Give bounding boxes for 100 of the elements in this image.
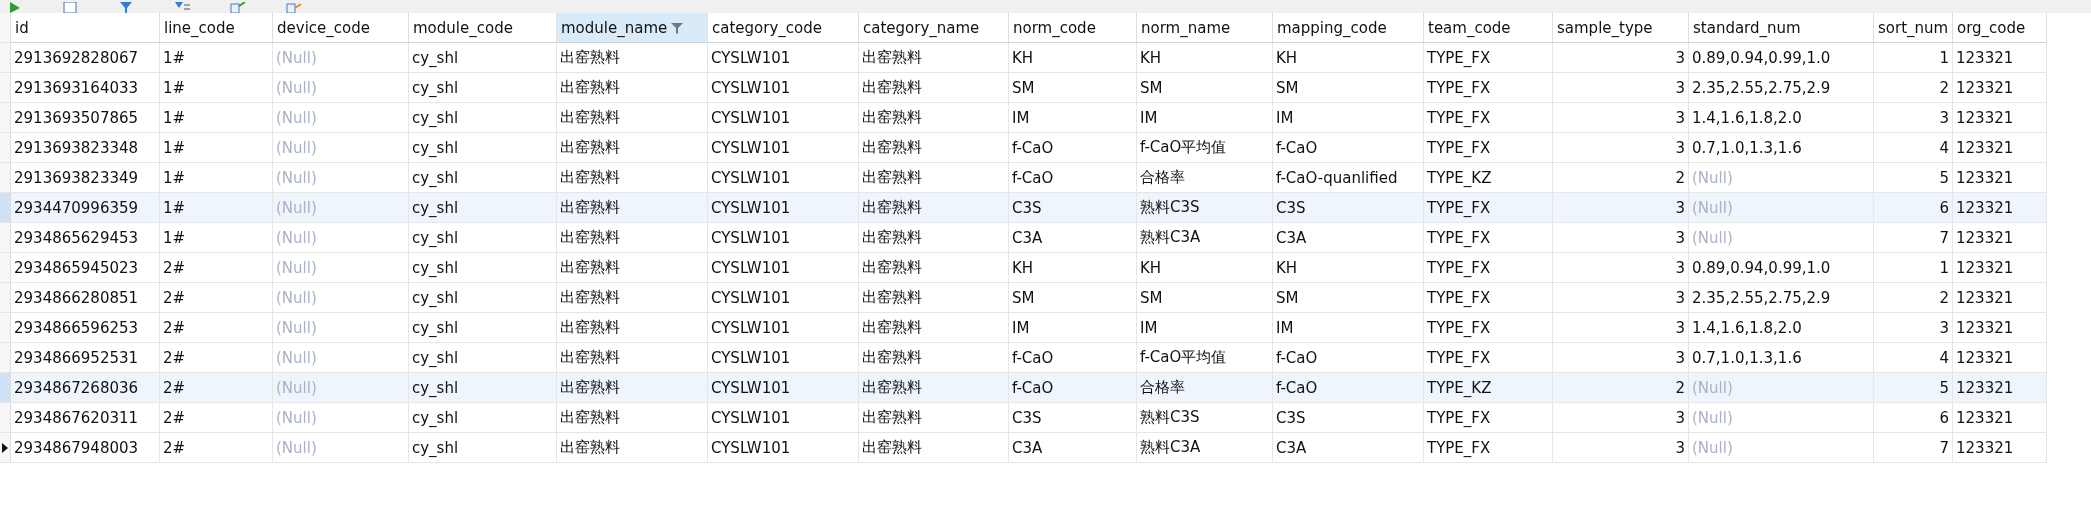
table-cell: 1 bbox=[1874, 253, 1953, 283]
column-header[interactable]: sort_num bbox=[1874, 13, 1953, 43]
table-cell: 出窑熟料 bbox=[557, 403, 708, 433]
table-cell: 6 bbox=[1874, 193, 1953, 223]
column-header[interactable]: category_code bbox=[708, 13, 859, 43]
table-cell: 3 bbox=[1553, 193, 1689, 223]
export-icon[interactable] bbox=[286, 2, 302, 13]
table-cell: C3A bbox=[1273, 433, 1424, 463]
table-cell: 2934866596253 bbox=[11, 313, 160, 343]
column-header[interactable]: module_code bbox=[409, 13, 557, 43]
table-cell: C3A bbox=[1009, 433, 1137, 463]
table-cell: 熟料C3S bbox=[1137, 403, 1273, 433]
table-cell: C3S bbox=[1273, 403, 1424, 433]
table-cell: cy_shl bbox=[409, 73, 557, 103]
table-cell: TYPE_FX bbox=[1424, 253, 1553, 283]
table-cell: CYSLW101 bbox=[708, 253, 859, 283]
table-cell: 2# bbox=[160, 313, 273, 343]
table-cell: 出窑熟料 bbox=[859, 133, 1009, 163]
table-cell: 1.4,1.6,1.8,2.0 bbox=[1689, 103, 1874, 133]
table-cell: 3 bbox=[1553, 283, 1689, 313]
table-cell: 2913693823348 bbox=[11, 133, 160, 163]
table-cell: IM bbox=[1009, 103, 1137, 133]
filter-icon[interactable] bbox=[671, 21, 684, 34]
import-icon[interactable] bbox=[230, 2, 246, 13]
table-cell: (Null) bbox=[273, 43, 409, 73]
table-cell: 123321 bbox=[1953, 103, 2047, 133]
table-cell: 5 bbox=[1874, 373, 1953, 403]
table-cell: 7 bbox=[1874, 223, 1953, 253]
table-cell: 熟料C3A bbox=[1137, 433, 1273, 463]
table-cell: (Null) bbox=[273, 223, 409, 253]
table-cell: 出窑熟料 bbox=[557, 313, 708, 343]
table-cell: (Null) bbox=[273, 73, 409, 103]
table-cell: (Null) bbox=[273, 193, 409, 223]
current-row-icon bbox=[1, 442, 9, 453]
column-header[interactable]: org_code bbox=[1953, 13, 2047, 43]
table-cell: 3 bbox=[1553, 433, 1689, 463]
table-cell: 4 bbox=[1874, 133, 1953, 163]
table-cell: 123321 bbox=[1953, 73, 2047, 103]
table-cell: 2 bbox=[1874, 73, 1953, 103]
column-header[interactable]: norm_name bbox=[1137, 13, 1273, 43]
table-cell: 合格率 bbox=[1137, 373, 1273, 403]
table-cell: SM bbox=[1137, 73, 1273, 103]
column-header[interactable]: line_code bbox=[160, 13, 273, 43]
column-header[interactable]: id bbox=[11, 13, 160, 43]
table-cell: 出窑熟料 bbox=[557, 133, 708, 163]
table-cell: TYPE_KZ bbox=[1424, 373, 1553, 403]
table-cell: 123321 bbox=[1953, 313, 2047, 343]
table-cell: 出窑熟料 bbox=[557, 253, 708, 283]
table-cell: 出窑熟料 bbox=[557, 73, 708, 103]
table-cell: 2# bbox=[160, 283, 273, 313]
table-cell: 熟料C3A bbox=[1137, 223, 1273, 253]
column-header[interactable]: mapping_code bbox=[1273, 13, 1424, 43]
table-cell: 1# bbox=[160, 103, 273, 133]
table-cell: 2913692828067 bbox=[11, 43, 160, 73]
table-cell: 出窑熟料 bbox=[557, 433, 708, 463]
table-cell: 2913693507865 bbox=[11, 103, 160, 133]
table-cell: (Null) bbox=[273, 433, 409, 463]
table-cell: SM bbox=[1009, 73, 1137, 103]
table-cell: (Null) bbox=[1689, 223, 1874, 253]
table-cell: C3S bbox=[1009, 403, 1137, 433]
table-cell: KH bbox=[1009, 43, 1137, 73]
table-cell: 2934867948003 bbox=[11, 433, 160, 463]
table-cell: TYPE_FX bbox=[1424, 223, 1553, 253]
table-cell: 出窑熟料 bbox=[557, 223, 708, 253]
table-cell: (Null) bbox=[273, 403, 409, 433]
table-cell: 出窑熟料 bbox=[859, 103, 1009, 133]
column-header[interactable]: norm_code bbox=[1009, 13, 1137, 43]
table-cell: cy_shl bbox=[409, 373, 557, 403]
table-cell: 2# bbox=[160, 403, 273, 433]
table-cell: f-CaO bbox=[1009, 133, 1137, 163]
table-cell: CYSLW101 bbox=[708, 433, 859, 463]
table-cell: 7 bbox=[1874, 433, 1953, 463]
table-cell: (Null) bbox=[1689, 433, 1874, 463]
column-header[interactable]: standard_num bbox=[1689, 13, 1874, 43]
column-header[interactable]: sample_type bbox=[1553, 13, 1689, 43]
table-cell: 出窑熟料 bbox=[859, 223, 1009, 253]
table-cell: 2.35,2.55,2.75,2.9 bbox=[1689, 73, 1874, 103]
table-cell: CYSLW101 bbox=[708, 403, 859, 433]
column-header[interactable]: module_name bbox=[557, 13, 708, 43]
table-cell: KH bbox=[1273, 43, 1424, 73]
table-cell: IM bbox=[1137, 103, 1273, 133]
table-cell: CYSLW101 bbox=[708, 373, 859, 403]
row-header[interactable] bbox=[0, 433, 11, 463]
table-cell: cy_shl bbox=[409, 133, 557, 163]
table-cell: CYSLW101 bbox=[708, 73, 859, 103]
table-cell: 2934867620311 bbox=[11, 403, 160, 433]
table-cell: TYPE_FX bbox=[1424, 283, 1553, 313]
table-cell: cy_shl bbox=[409, 223, 557, 253]
column-header[interactable]: team_code bbox=[1424, 13, 1553, 43]
table-cell: 2# bbox=[160, 433, 273, 463]
column-header[interactable]: category_name bbox=[859, 13, 1009, 43]
table-cell: 出窑熟料 bbox=[557, 103, 708, 133]
sort-icon[interactable] bbox=[174, 2, 190, 13]
table-cell: 2934865629453 bbox=[11, 223, 160, 253]
column-header[interactable]: device_code bbox=[273, 13, 409, 43]
table-cell: CYSLW101 bbox=[708, 103, 859, 133]
table-cell: TYPE_FX bbox=[1424, 103, 1553, 133]
table-cell: cy_shl bbox=[409, 283, 557, 313]
table-cell: KH bbox=[1137, 253, 1273, 283]
table-cell: CYSLW101 bbox=[708, 223, 859, 253]
